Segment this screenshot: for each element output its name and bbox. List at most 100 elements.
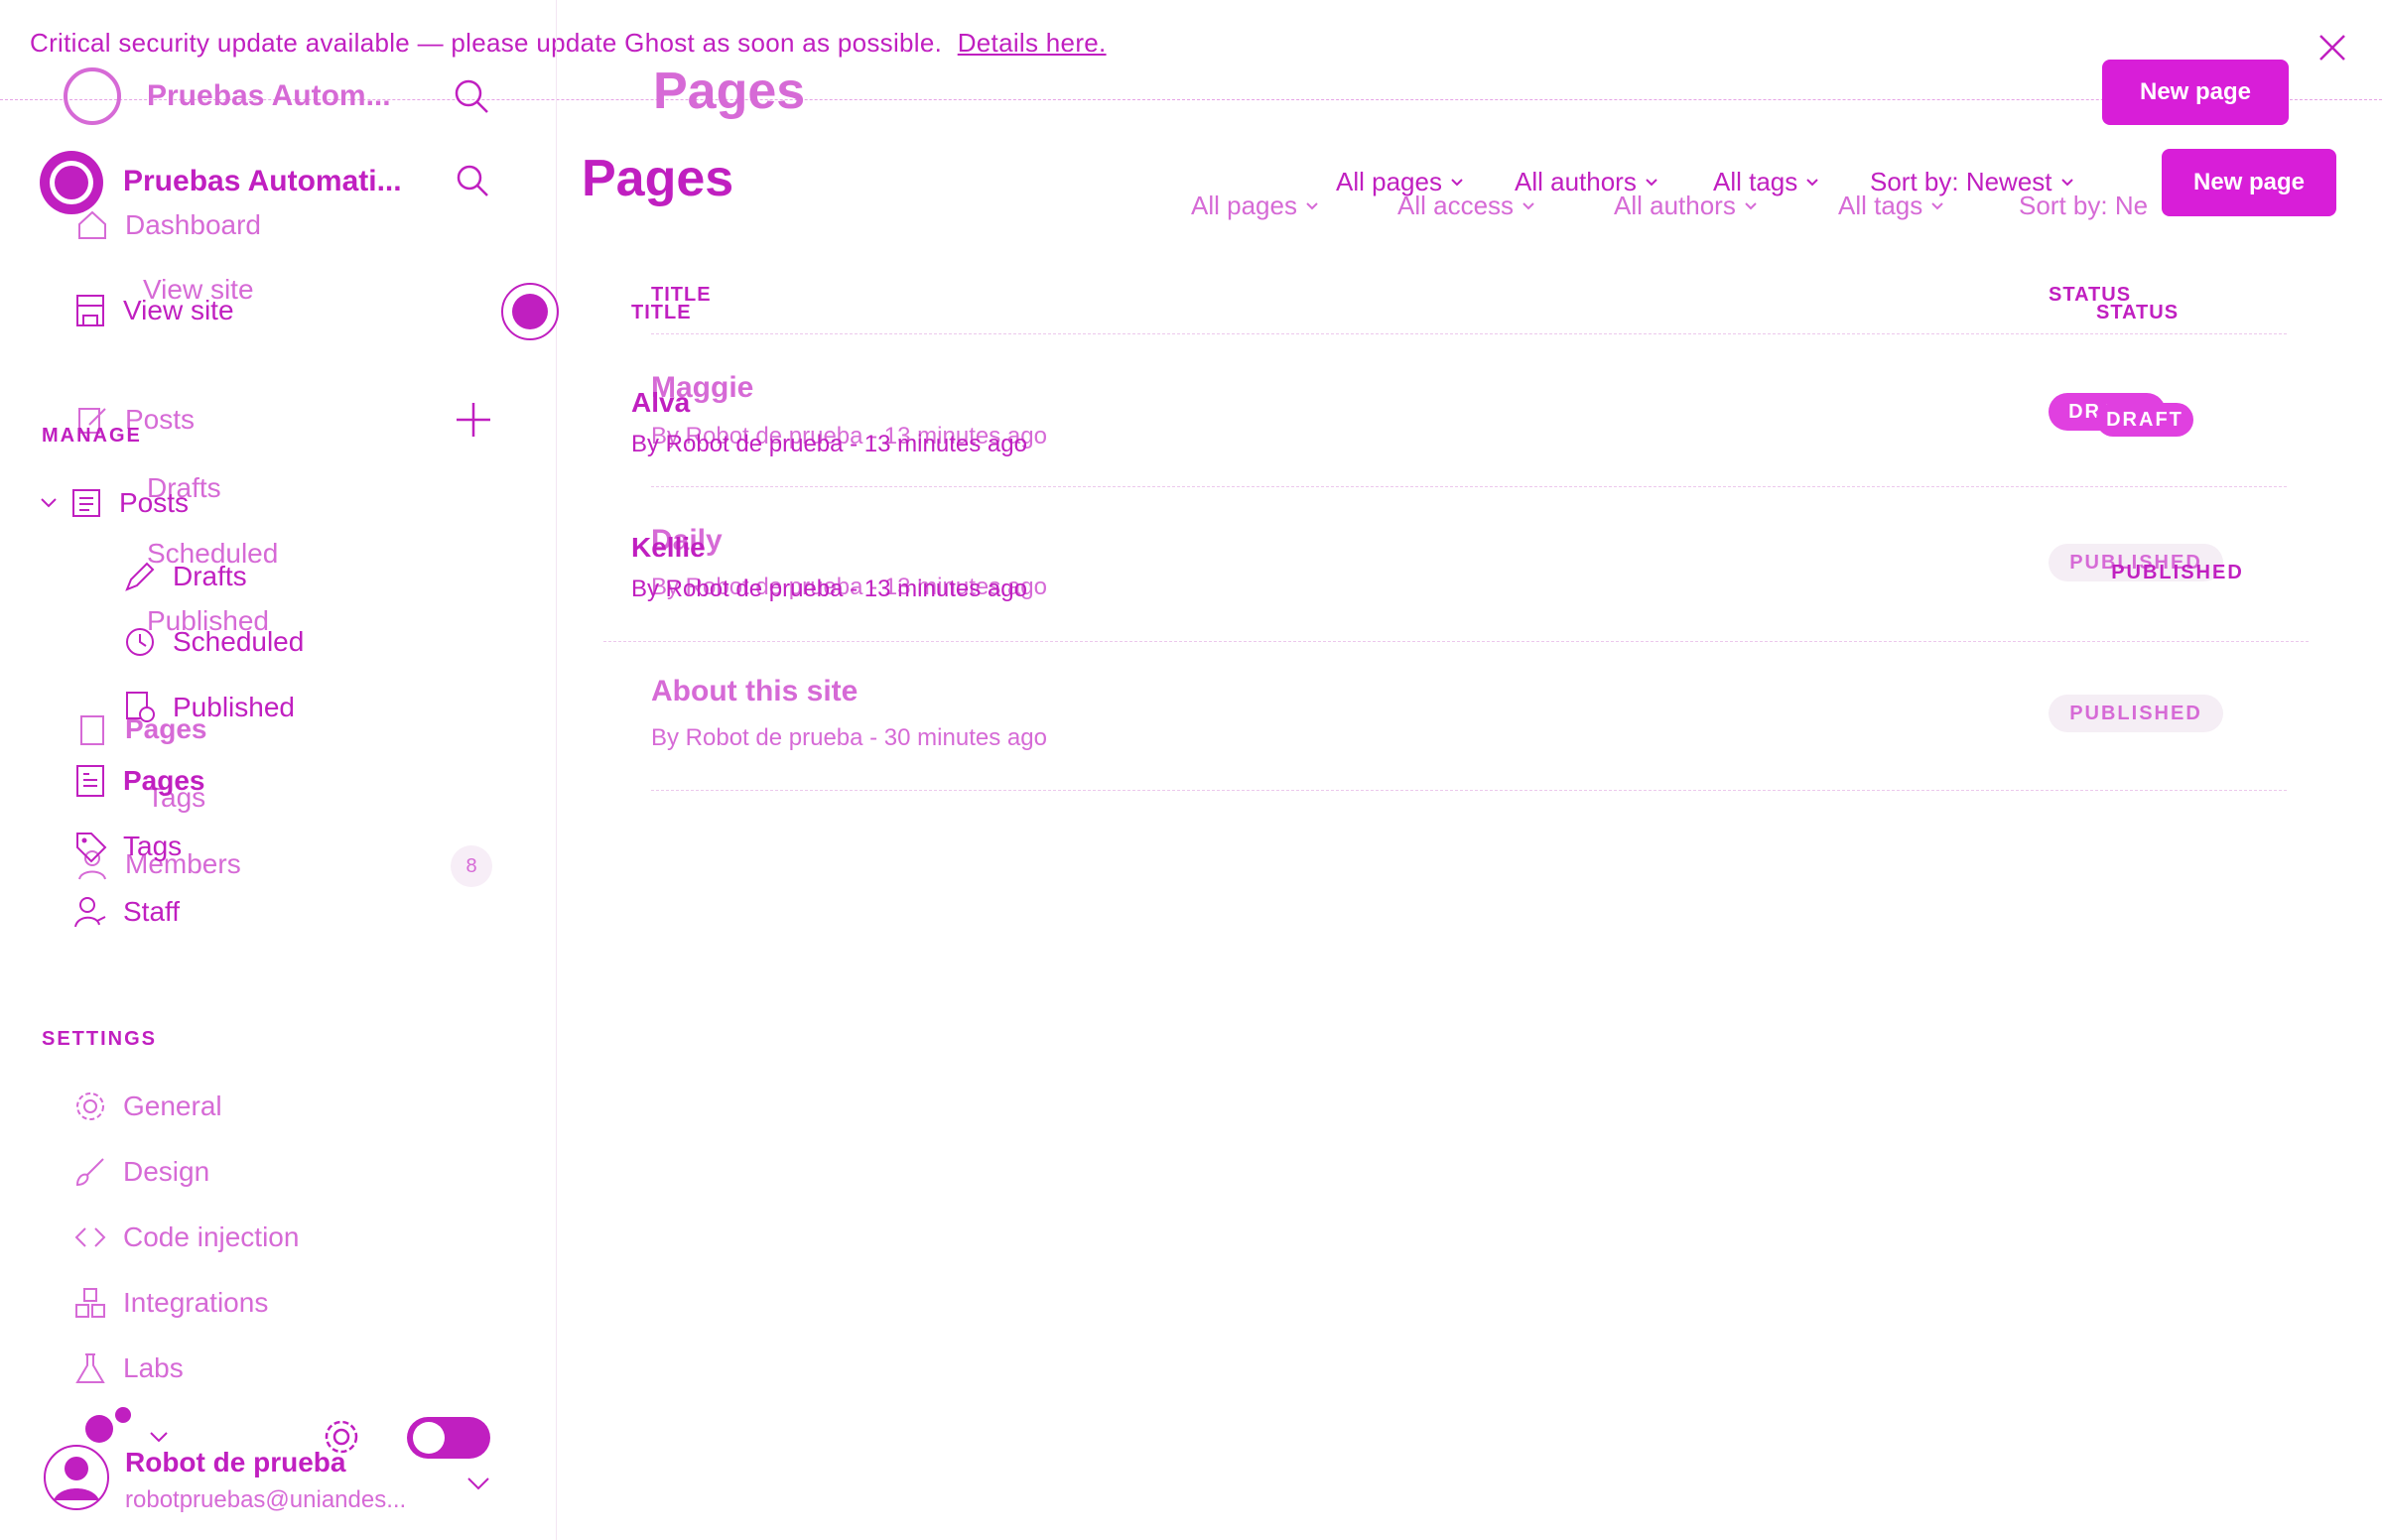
staff-icon — [73, 895, 107, 929]
row-title[interactable]: Alva — [631, 387, 690, 419]
nav-label: Integrations — [123, 1287, 269, 1318]
filter-tags-ghost[interactable]: All tags — [1838, 191, 1944, 221]
nav-posts[interactable]: Posts — [40, 486, 189, 520]
chevron-down-icon — [1745, 201, 1757, 209]
nav-tags[interactable]: Tags — [73, 830, 182, 863]
nav-label: Code injection — [123, 1221, 300, 1252]
nav-label: Drafts — [173, 561, 247, 591]
banner-details-link[interactable]: Details here. — [958, 28, 1107, 58]
manage-section-label: MANAGE — [42, 425, 142, 447]
row-title-ghost[interactable]: About this site — [651, 675, 858, 708]
page-title-ghost: Pages — [653, 63, 806, 120]
site-name[interactable]: Pruebas Automati... — [123, 165, 402, 198]
gear-icon — [73, 1090, 107, 1123]
filter-label: All access — [1397, 191, 1515, 220]
nav-label: Published — [173, 692, 295, 722]
page-icon — [75, 712, 109, 746]
nav-drafts[interactable]: Drafts — [123, 560, 247, 593]
nav-label: View site — [123, 295, 234, 325]
chevron-down-icon — [2060, 178, 2073, 186]
site-logo[interactable] — [38, 149, 105, 216]
user-name[interactable]: Robot de prueba — [125, 1447, 345, 1478]
nav-labs[interactable]: Labs — [73, 1351, 184, 1385]
nav-label: Staff — [123, 896, 181, 927]
nav-pages[interactable]: Pages — [73, 764, 205, 798]
row-title[interactable]: Kellie — [631, 532, 706, 564]
chevron-down-icon — [1306, 201, 1318, 209]
filter-sort-ghost[interactable]: Sort by: Ne — [2019, 191, 2148, 221]
published-icon — [123, 691, 157, 724]
pages-icon — [73, 764, 107, 798]
avatar[interactable] — [42, 1443, 111, 1512]
code-icon — [73, 1220, 107, 1254]
chevron-down-icon[interactable] — [40, 497, 58, 509]
settings-section-label: SETTINGS — [42, 1028, 158, 1050]
row-meta-ghost: By Robot de prueba - 30 minutes ago — [651, 724, 1047, 751]
filter-authors-ghost[interactable]: All authors — [1614, 191, 1758, 221]
site-name-ghost[interactable]: Pruebas Autom... — [147, 79, 391, 113]
chevron-down-icon — [1806, 178, 1818, 186]
search-icon[interactable] — [455, 163, 490, 198]
nav-code-injection[interactable]: Code injection — [73, 1220, 299, 1254]
status-badge: PUBLISHED — [2049, 695, 2223, 732]
row-divider — [603, 641, 2309, 642]
status-badge: PUBLISHED — [2111, 562, 2244, 583]
nav-published[interactable]: Published — [123, 691, 295, 724]
filter-access-ghost[interactable]: All access — [1397, 191, 1535, 221]
nav-staff[interactable]: Staff — [73, 895, 180, 929]
nav-design[interactable]: Design — [73, 1155, 209, 1189]
row-divider — [651, 790, 2287, 791]
nav-label: Dashboard — [125, 209, 261, 240]
chevron-down-icon — [1931, 201, 1943, 209]
nav-general[interactable]: General — [73, 1090, 222, 1123]
house-icon — [73, 294, 107, 327]
chevron-down-icon — [1646, 178, 1657, 186]
filter-label: All tags — [1838, 191, 1923, 220]
filter-pages-ghost[interactable]: All pages — [1191, 191, 1319, 221]
add-post-icon[interactable] — [455, 401, 492, 439]
column-status: STATUS — [2096, 302, 2180, 323]
nav-label: Labs — [123, 1352, 184, 1383]
nav-dashboard-ghost[interactable]: Dashboard — [75, 208, 261, 242]
flask-icon — [73, 1351, 107, 1385]
dark-mode-toggle[interactable] — [405, 1415, 492, 1461]
new-page-button-ghost[interactable]: New page — [2102, 60, 2289, 125]
page-title: Pages — [582, 150, 734, 207]
row-meta: By Robot de prueba - 13 minutes ago — [631, 576, 1027, 602]
row-meta: By Robot de prueba - 13 minutes ago — [631, 431, 1027, 457]
site-logo-ghost — [62, 65, 123, 127]
filter-label: All authors — [1614, 191, 1736, 220]
home-icon — [75, 208, 109, 242]
chevron-down-icon[interactable] — [149, 1431, 169, 1443]
nav-label: Pages — [123, 765, 205, 796]
nav-label: Design — [123, 1156, 210, 1187]
nav-label: Scheduled — [173, 626, 305, 657]
column-title: TITLE — [631, 302, 692, 323]
close-icon[interactable] — [2316, 32, 2348, 64]
members-count-badge: 8 — [451, 845, 492, 887]
search-icon[interactable] — [453, 77, 490, 115]
nav-scheduled[interactable]: Scheduled — [123, 625, 304, 659]
filter-label: Sort by: Ne — [2019, 191, 2149, 220]
chevron-down-icon[interactable] — [466, 1476, 490, 1490]
header-divider — [651, 333, 2287, 334]
nav-label: Tags — [123, 831, 183, 861]
integrations-icon — [73, 1286, 107, 1320]
nav-integrations[interactable]: Integrations — [73, 1286, 268, 1320]
clock-icon — [123, 625, 157, 659]
nav-label: General — [123, 1091, 222, 1121]
nav-view-site[interactable]: View site — [73, 294, 234, 327]
filter-label: All pages — [1191, 191, 1297, 220]
avatar-ghost[interactable] — [81, 1405, 137, 1445]
tag-icon — [73, 830, 107, 863]
row-divider — [651, 486, 2287, 487]
user-email: robotpruebas@uniandes... — [125, 1486, 407, 1513]
nav-label: Posts — [119, 487, 190, 518]
new-page-button[interactable]: New page — [2162, 149, 2336, 216]
status-indicator-icon — [500, 282, 560, 341]
pencil-icon — [123, 560, 157, 593]
status-badge: DRAFT — [2096, 403, 2193, 437]
posts-icon — [69, 486, 103, 520]
chevron-down-icon — [1522, 201, 1534, 209]
chevron-down-icon — [1451, 178, 1463, 186]
